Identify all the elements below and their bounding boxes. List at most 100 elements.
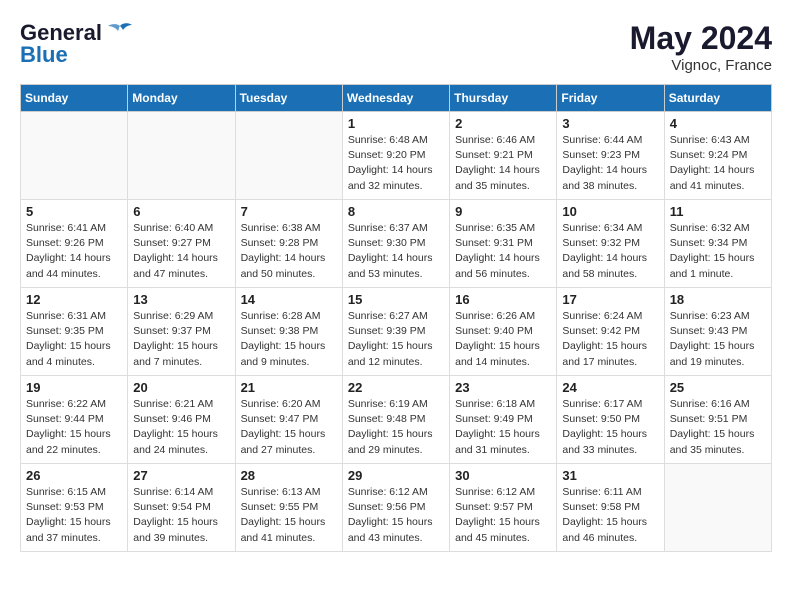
table-row: 11Sunrise: 6:32 AMSunset: 9:34 PMDayligh… bbox=[664, 200, 771, 288]
day-info: Sunrise: 6:27 AMSunset: 9:39 PMDaylight:… bbox=[348, 309, 444, 370]
day-info: Sunrise: 6:44 AMSunset: 9:23 PMDaylight:… bbox=[562, 133, 658, 194]
day-number: 6 bbox=[133, 204, 229, 219]
day-number: 20 bbox=[133, 380, 229, 395]
day-info: Sunrise: 6:15 AMSunset: 9:53 PMDaylight:… bbox=[26, 485, 122, 546]
table-row: 18Sunrise: 6:23 AMSunset: 9:43 PMDayligh… bbox=[664, 288, 771, 376]
table-row: 17 Sunrise: 6:24 AMSunset: 9:42 PMDayligh… bbox=[557, 288, 664, 376]
table-row: 22Sunrise: 6:19 AMSunset: 9:48 PMDayligh… bbox=[342, 376, 449, 464]
day-info: Sunrise: 6:29 AMSunset: 9:37 PMDaylight:… bbox=[133, 309, 229, 370]
table-row: 7 Sunrise: 6:38 AMSunset: 9:28 PMDaylight… bbox=[235, 200, 342, 288]
logo: General Blue bbox=[20, 20, 134, 68]
table-row: 12 Sunrise: 6:31 AMSunset: 9:35 PMDayligh… bbox=[21, 288, 128, 376]
day-number: 3 bbox=[562, 116, 658, 131]
table-row: 20Sunrise: 6:21 AMSunset: 9:46 PMDayligh… bbox=[128, 376, 235, 464]
day-number: 26 bbox=[26, 468, 122, 483]
table-row: 26 Sunrise: 6:15 AMSunset: 9:53 PMDayligh… bbox=[21, 464, 128, 552]
day-info: Sunrise: 6:14 AMSunset: 9:54 PMDaylight:… bbox=[133, 485, 229, 546]
day-info: Sunrise: 6:18 AMSunset: 9:49 PMDaylight:… bbox=[455, 397, 551, 458]
page-header: General Blue May 2024 Vignoc, France bbox=[20, 20, 772, 74]
day-number: 31 bbox=[562, 468, 658, 483]
day-number: 11 bbox=[670, 204, 766, 219]
day-info: Sunrise: 6:17 AMSunset: 9:50 PMDaylight:… bbox=[562, 397, 658, 458]
day-info: Sunrise: 6:41 AMSunset: 9:26 PMDaylight:… bbox=[26, 221, 122, 282]
table-row: 23 Sunrise: 6:18 AMSunset: 9:49 PMDayligh… bbox=[450, 376, 557, 464]
location: Vignoc, France bbox=[630, 57, 772, 74]
day-number: 17 bbox=[562, 292, 658, 307]
day-number: 16 bbox=[455, 292, 551, 307]
day-number: 19 bbox=[26, 380, 122, 395]
day-info: Sunrise: 6:20 AMSunset: 9:47 PMDaylight:… bbox=[241, 397, 337, 458]
table-row: 6 Sunrise: 6:40 AMSunset: 9:27 PMDaylight… bbox=[128, 200, 235, 288]
day-info: Sunrise: 6:40 AMSunset: 9:27 PMDaylight:… bbox=[133, 221, 229, 282]
day-number: 12 bbox=[26, 292, 122, 307]
day-number: 29 bbox=[348, 468, 444, 483]
logo-bird-icon bbox=[106, 22, 134, 44]
table-row bbox=[235, 112, 342, 200]
table-row: 10 Sunrise: 6:34 AMSunset: 9:32 PMDayligh… bbox=[557, 200, 664, 288]
week-row-2: 5Sunrise: 6:41 AMSunset: 9:26 PMDaylight… bbox=[21, 200, 772, 288]
day-number: 9 bbox=[455, 204, 551, 219]
week-row-3: 12 Sunrise: 6:31 AMSunset: 9:35 PMDayligh… bbox=[21, 288, 772, 376]
month-title: May 2024 bbox=[630, 20, 772, 57]
table-row: 29 Sunrise: 6:12 AMSunset: 9:56 PMDayligh… bbox=[342, 464, 449, 552]
day-number: 2 bbox=[455, 116, 551, 131]
day-number: 27 bbox=[133, 468, 229, 483]
header-thursday: Thursday bbox=[450, 85, 557, 112]
header-sunday: Sunday bbox=[21, 85, 128, 112]
day-info: Sunrise: 6:12 AMSunset: 9:56 PMDaylight:… bbox=[348, 485, 444, 546]
table-row: 21 Sunrise: 6:20 AMSunset: 9:47 PMDayligh… bbox=[235, 376, 342, 464]
day-info: Sunrise: 6:13 AMSunset: 9:55 PMDaylight:… bbox=[241, 485, 337, 546]
day-info: Sunrise: 6:24 AMSunset: 9:42 PMDaylight:… bbox=[562, 309, 658, 370]
day-number: 15 bbox=[348, 292, 444, 307]
day-info: Sunrise: 6:16 AMSunset: 9:51 PMDaylight:… bbox=[670, 397, 766, 458]
day-number: 28 bbox=[241, 468, 337, 483]
calendar-header-row: Sunday Monday Tuesday Wednesday Thursday… bbox=[21, 85, 772, 112]
day-number: 13 bbox=[133, 292, 229, 307]
day-info: Sunrise: 6:38 AMSunset: 9:28 PMDaylight:… bbox=[241, 221, 337, 282]
table-row: 1Sunrise: 6:48 AMSunset: 9:20 PMDaylight… bbox=[342, 112, 449, 200]
calendar-table: Sunday Monday Tuesday Wednesday Thursday… bbox=[20, 84, 772, 552]
day-number: 25 bbox=[670, 380, 766, 395]
table-row: 13 Sunrise: 6:29 AMSunset: 9:37 PMDayligh… bbox=[128, 288, 235, 376]
week-row-4: 19Sunrise: 6:22 AMSunset: 9:44 PMDayligh… bbox=[21, 376, 772, 464]
table-row: 3 Sunrise: 6:44 AMSunset: 9:23 PMDaylight… bbox=[557, 112, 664, 200]
day-info: Sunrise: 6:26 AMSunset: 9:40 PMDaylight:… bbox=[455, 309, 551, 370]
table-row: 8 Sunrise: 6:37 AMSunset: 9:30 PMDaylight… bbox=[342, 200, 449, 288]
day-number: 21 bbox=[241, 380, 337, 395]
week-row-1: 1Sunrise: 6:48 AMSunset: 9:20 PMDaylight… bbox=[21, 112, 772, 200]
day-info: Sunrise: 6:11 AMSunset: 9:58 PMDaylight:… bbox=[562, 485, 658, 546]
day-number: 4 bbox=[670, 116, 766, 131]
table-row: 14 Sunrise: 6:28 AMSunset: 9:38 PMDayligh… bbox=[235, 288, 342, 376]
table-row: 19Sunrise: 6:22 AMSunset: 9:44 PMDayligh… bbox=[21, 376, 128, 464]
header-monday: Monday bbox=[128, 85, 235, 112]
day-info: Sunrise: 6:28 AMSunset: 9:38 PMDaylight:… bbox=[241, 309, 337, 370]
week-row-5: 26 Sunrise: 6:15 AMSunset: 9:53 PMDayligh… bbox=[21, 464, 772, 552]
table-row: 27 Sunrise: 6:14 AMSunset: 9:54 PMDayligh… bbox=[128, 464, 235, 552]
day-info: Sunrise: 6:34 AMSunset: 9:32 PMDaylight:… bbox=[562, 221, 658, 282]
day-info: Sunrise: 6:31 AMSunset: 9:35 PMDaylight:… bbox=[26, 309, 122, 370]
table-row: 9 Sunrise: 6:35 AMSunset: 9:31 PMDaylight… bbox=[450, 200, 557, 288]
day-number: 10 bbox=[562, 204, 658, 219]
header-tuesday: Tuesday bbox=[235, 85, 342, 112]
day-info: Sunrise: 6:23 AMSunset: 9:43 PMDaylight:… bbox=[670, 309, 766, 370]
day-number: 30 bbox=[455, 468, 551, 483]
day-info: Sunrise: 6:46 AMSunset: 9:21 PMDaylight:… bbox=[455, 133, 551, 194]
day-number: 24 bbox=[562, 380, 658, 395]
title-section: May 2024 Vignoc, France bbox=[630, 20, 772, 74]
table-row: 24 Sunrise: 6:17 AMSunset: 9:50 PMDayligh… bbox=[557, 376, 664, 464]
day-info: Sunrise: 6:35 AMSunset: 9:31 PMDaylight:… bbox=[455, 221, 551, 282]
day-info: Sunrise: 6:43 AMSunset: 9:24 PMDaylight:… bbox=[670, 133, 766, 194]
header-friday: Friday bbox=[557, 85, 664, 112]
day-number: 8 bbox=[348, 204, 444, 219]
day-number: 14 bbox=[241, 292, 337, 307]
header-saturday: Saturday bbox=[664, 85, 771, 112]
day-info: Sunrise: 6:19 AMSunset: 9:48 PMDaylight:… bbox=[348, 397, 444, 458]
table-row: 4 Sunrise: 6:43 AMSunset: 9:24 PMDaylight… bbox=[664, 112, 771, 200]
day-number: 23 bbox=[455, 380, 551, 395]
day-info: Sunrise: 6:37 AMSunset: 9:30 PMDaylight:… bbox=[348, 221, 444, 282]
logo-blue-text: Blue bbox=[20, 42, 68, 68]
table-row bbox=[128, 112, 235, 200]
day-number: 7 bbox=[241, 204, 337, 219]
table-row: 25 Sunrise: 6:16 AMSunset: 9:51 PMDayligh… bbox=[664, 376, 771, 464]
table-row bbox=[21, 112, 128, 200]
